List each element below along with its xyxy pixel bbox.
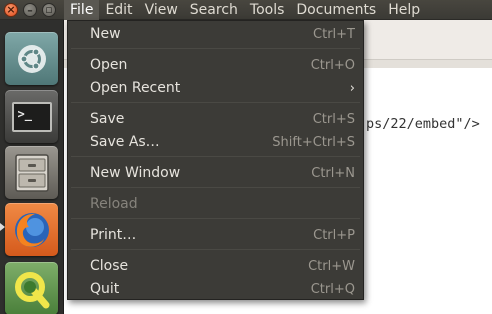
maximize-icon: ▫	[45, 3, 53, 16]
maximize-window-button[interactable]: ▫	[42, 3, 56, 17]
editor-text-line: ps/22/embed"/>	[366, 116, 480, 132]
menu-item-shortcut: Ctrl+O	[310, 57, 355, 73]
menu-item-label: Reload	[90, 196, 138, 212]
menu-separator	[71, 102, 360, 103]
menu-separator	[71, 218, 360, 219]
launcher-item-files[interactable]	[5, 146, 58, 199]
launcher-item-dash[interactable]	[5, 32, 58, 85]
menu-item-label: Open Recent	[90, 80, 181, 96]
file-cabinet-icon	[14, 153, 49, 192]
menu-item-save-as[interactable]: Save As… Shift+Ctrl+S	[68, 131, 363, 153]
launcher-item-terminal[interactable]: >_	[5, 90, 58, 143]
menu-item-open[interactable]: Open Ctrl+O	[68, 54, 363, 76]
menu-tools[interactable]: Tools	[244, 0, 291, 20]
menu-item-label: New Window	[90, 165, 181, 181]
running-indicator	[0, 223, 5, 231]
menu-item-shortcut: Ctrl+T	[313, 26, 355, 42]
menu-edit[interactable]: Edit	[99, 0, 138, 20]
menu-item-print[interactable]: Print… Ctrl+P	[68, 224, 363, 246]
menu-item-label: Print…	[90, 227, 137, 243]
menu-item-shortcut: Ctrl+W	[308, 258, 355, 274]
minimize-window-button[interactable]: –	[23, 3, 37, 17]
close-window-button[interactable]: ×	[4, 3, 18, 17]
menu-separator	[71, 156, 360, 157]
menu-item-open-recent[interactable]: Open Recent ›	[68, 77, 363, 99]
menu-separator	[71, 187, 360, 188]
menu-item-shortcut: Ctrl+P	[313, 227, 355, 243]
application-menubar: File Edit View Search Tools Documents He…	[64, 0, 426, 20]
terminal-prompt: >_	[17, 106, 32, 121]
menu-item-label: Save	[90, 111, 125, 127]
terminal-icon: >_	[11, 101, 52, 132]
menu-search[interactable]: Search	[184, 0, 244, 20]
menu-file[interactable]: File	[64, 0, 100, 20]
menu-item-label: Quit	[90, 281, 120, 297]
menu-item-reload[interactable]: Reload	[68, 193, 363, 215]
menu-view[interactable]: View	[139, 0, 184, 20]
menu-documents[interactable]: Documents	[290, 0, 382, 20]
launcher-sidebar: >_	[0, 20, 64, 314]
minimize-icon: –	[27, 3, 33, 17]
menu-item-save[interactable]: Save Ctrl+S	[68, 108, 363, 130]
file-menu-dropdown: New Ctrl+T Open Ctrl+O Open Recent › Sav…	[67, 20, 364, 300]
menu-separator	[71, 249, 360, 250]
menu-item-new-window[interactable]: New Window Ctrl+N	[68, 162, 363, 184]
menu-item-label: Save As…	[90, 134, 160, 150]
menu-item-close[interactable]: Close Ctrl+W	[68, 255, 363, 277]
ubuntu-dash-icon	[17, 44, 46, 73]
menu-help[interactable]: Help	[382, 0, 426, 20]
submenu-arrow-icon: ›	[349, 80, 355, 96]
menu-item-label: New	[90, 26, 121, 42]
menu-item-label: Open	[90, 57, 128, 73]
menu-item-new[interactable]: New Ctrl+T	[68, 23, 363, 45]
menu-item-shortcut: Ctrl+N	[311, 165, 355, 181]
menu-item-shortcut: Shift+Ctrl+S	[272, 134, 355, 150]
firefox-icon	[14, 212, 49, 247]
menu-item-shortcut: Ctrl+S	[312, 111, 355, 127]
menu-item-shortcut: Ctrl+Q	[310, 281, 355, 297]
menu-item-label: Close	[90, 258, 129, 274]
launcher-item-qgis[interactable]	[5, 262, 58, 314]
qgis-icon	[14, 271, 49, 308]
menu-separator	[71, 48, 360, 49]
close-icon: ×	[6, 3, 16, 16]
top-menubar: × – ▫ File Edit View Search Tools Docume…	[0, 0, 492, 20]
launcher-item-firefox[interactable]	[5, 203, 58, 256]
menu-item-quit[interactable]: Quit Ctrl+Q	[68, 278, 363, 300]
